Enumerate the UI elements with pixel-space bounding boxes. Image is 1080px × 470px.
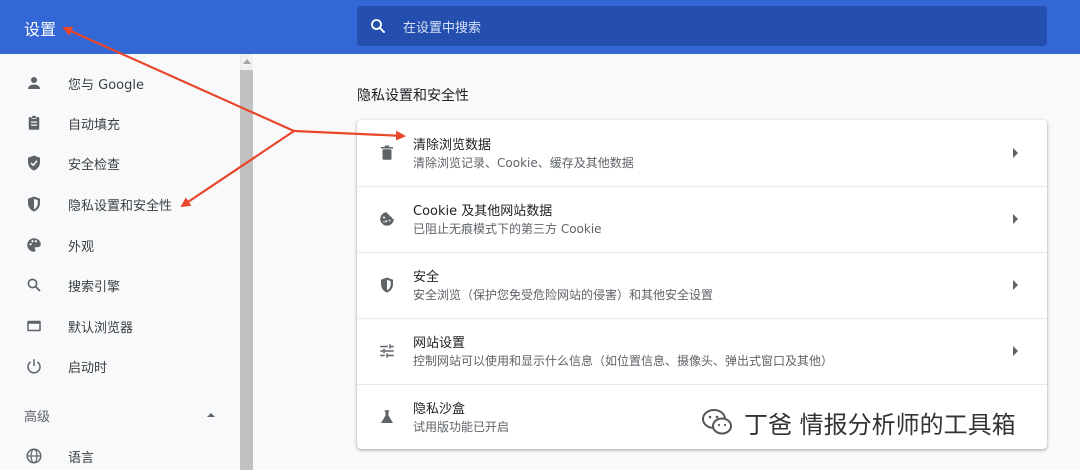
- privacy-settings-card: 清除浏览数据 清除浏览记录、Cookie、缓存及其他数据 Cookie 及其他网…: [357, 120, 1047, 449]
- advanced-section-toggle[interactable]: 高级: [0, 395, 240, 435]
- row-subtitle: 控制网站可以使用和显示什么信息（如位置信息、摄像头、弹出式窗口及其他）: [413, 354, 834, 368]
- search-icon: [371, 19, 385, 33]
- search-box[interactable]: 在设置中搜索: [357, 6, 1047, 46]
- sidebar-item-label: 安全检查: [68, 157, 121, 173]
- sidebar-item-label: 隐私设置和安全性: [68, 198, 173, 214]
- row-clear-browsing-data[interactable]: 清除浏览数据 清除浏览记录、Cookie、缓存及其他数据: [357, 120, 1047, 186]
- shield-half-icon: [377, 275, 397, 295]
- sidebar-item-label: 启动时: [68, 360, 108, 376]
- sidebar-item-appearance[interactable]: 外观: [0, 225, 240, 265]
- shield-check-icon: [24, 153, 44, 173]
- row-title: 清除浏览数据: [413, 138, 492, 153]
- row-subtitle: 试用版功能已开启: [413, 420, 510, 434]
- section-title: 隐私设置和安全性: [357, 88, 469, 104]
- wechat-logo-icon: [702, 409, 732, 435]
- row-title: Cookie 及其他网站数据: [413, 204, 553, 219]
- watermark: 丁爸 情报分析师的工具箱: [700, 402, 1016, 442]
- row-subtitle: 清除浏览记录、Cookie、缓存及其他数据: [413, 156, 634, 170]
- cookie-icon: [377, 209, 397, 229]
- top-bar: 设置 在设置中搜索: [0, 0, 1080, 54]
- sidebar-item-label: 您与 Google: [68, 77, 144, 93]
- search-icon: [24, 275, 44, 295]
- row-subtitle: 安全浏览（保护您免受危险网站的侵害）和其他安全设置: [413, 288, 714, 302]
- palette-icon: [24, 235, 44, 255]
- sidebar: 您与 Google 自动填充 安全检查 隐私设置和安全性 外观 搜索引擎 默认浏…: [0, 54, 240, 470]
- flask-icon: [377, 407, 397, 427]
- row-title: 安全: [413, 270, 440, 285]
- sidebar-item-you-and-google[interactable]: 您与 Google: [0, 63, 240, 103]
- row-title: 隐私沙盒: [413, 402, 466, 417]
- sidebar-item-label: 搜索引擎: [68, 279, 121, 295]
- row-cookies[interactable]: Cookie 及其他网站数据 已阻止无痕模式下的第三方 Cookie: [357, 186, 1047, 252]
- chevron-right-icon: [1013, 346, 1018, 356]
- sidebar-item-label: 自动填充: [68, 117, 121, 133]
- sidebar-item-default-browser[interactable]: 默认浏览器: [0, 306, 240, 346]
- sidebar-item-autofill[interactable]: 自动填充: [0, 103, 240, 143]
- chevron-up-icon: [207, 413, 215, 417]
- page-title: 设置: [24, 20, 57, 39]
- row-title: 网站设置: [413, 336, 466, 351]
- trash-icon: [377, 143, 397, 163]
- sidebar-item-label: 外观: [68, 239, 95, 255]
- sidebar-item-label: 语言: [68, 450, 95, 466]
- sidebar-item-on-startup[interactable]: 启动时: [0, 346, 240, 386]
- row-site-settings[interactable]: 网站设置 控制网站可以使用和显示什么信息（如位置信息、摄像头、弹出式窗口及其他）: [357, 318, 1047, 384]
- advanced-label: 高级: [24, 409, 51, 425]
- shield-half-icon: [24, 194, 44, 214]
- sidebar-item-privacy-security[interactable]: 隐私设置和安全性: [0, 184, 240, 224]
- search-input[interactable]: 在设置中搜索: [403, 17, 481, 36]
- row-security[interactable]: 安全 安全浏览（保护您免受危险网站的侵害）和其他安全设置: [357, 252, 1047, 318]
- chevron-right-icon: [1013, 148, 1018, 158]
- power-icon: [24, 356, 44, 376]
- sidebar-item-label: 默认浏览器: [68, 320, 134, 336]
- sidebar-item-languages[interactable]: 语言: [0, 436, 240, 470]
- person-icon: [24, 73, 44, 93]
- globe-icon: [24, 446, 44, 466]
- chevron-right-icon: [1013, 214, 1018, 224]
- tune-icon: [377, 341, 397, 361]
- sidebar-item-search-engine[interactable]: 搜索引擎: [0, 265, 240, 305]
- row-subtitle: 已阻止无痕模式下的第三方 Cookie: [413, 222, 602, 236]
- sidebar-scrollbar-thumb[interactable]: [240, 70, 253, 470]
- clipboard-icon: [24, 113, 44, 133]
- watermark-text: 丁爸 情报分析师的工具箱: [744, 410, 1016, 439]
- scroll-up-arrow-icon[interactable]: [243, 59, 251, 64]
- browser-icon: [24, 316, 44, 336]
- chevron-right-icon: [1013, 280, 1018, 290]
- sidebar-item-safety-check[interactable]: 安全检查: [0, 143, 240, 183]
